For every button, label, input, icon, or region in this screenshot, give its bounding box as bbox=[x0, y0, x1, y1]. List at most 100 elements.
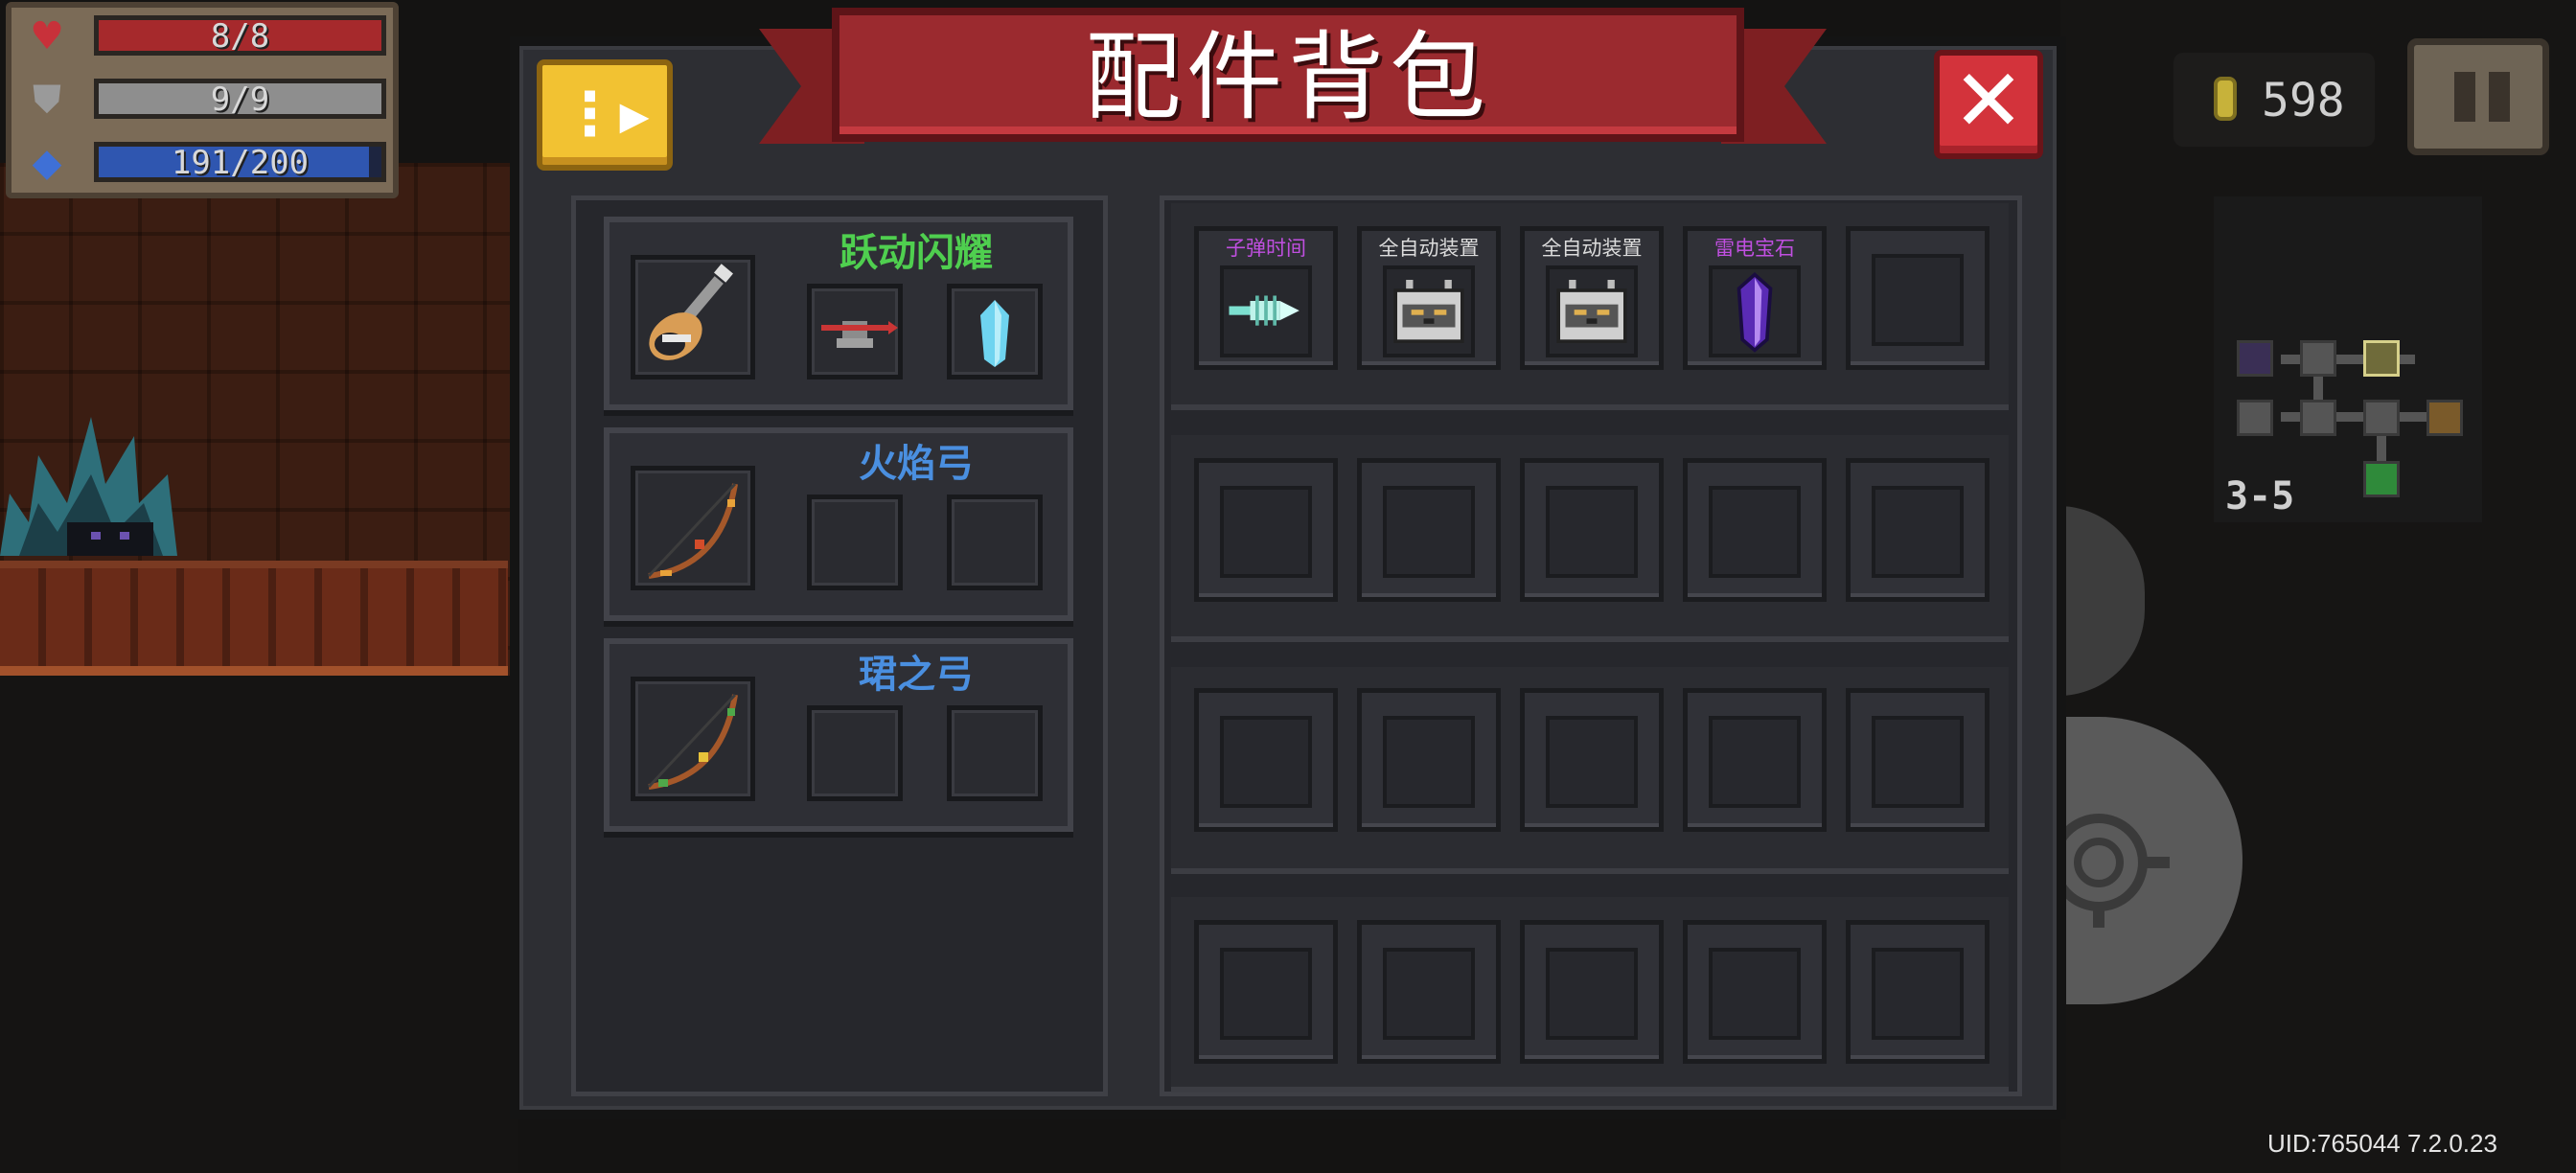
shield-icon: ⛊ bbox=[33, 78, 61, 122]
title-banner: 配件背包 bbox=[832, 8, 1744, 142]
sort-button[interactable]: ⋮▸ bbox=[537, 59, 673, 171]
part-slot-0[interactable]: 子弹时间 bbox=[1194, 226, 1338, 370]
energy-text: 191/200 bbox=[171, 144, 310, 182]
weapon-name: 跃动闪耀 bbox=[840, 231, 993, 275]
slot-frame bbox=[1220, 716, 1312, 808]
slot-frame bbox=[1709, 716, 1801, 808]
coin-count: 598 bbox=[2262, 74, 2345, 127]
part-name: 雷电宝石 bbox=[1714, 237, 1795, 260]
weapon-part-slot-empty[interactable] bbox=[947, 705, 1043, 801]
part-slot-2[interactable]: 全自动装置 bbox=[1520, 226, 1664, 370]
weapon-card-1[interactable]: 火焰弓 bbox=[604, 427, 1073, 621]
slot-frame bbox=[1546, 716, 1638, 808]
close-button[interactable]: ✕ bbox=[1934, 50, 2043, 159]
part-slot-empty[interactable] bbox=[1683, 920, 1827, 1064]
minimap-room bbox=[2300, 400, 2336, 436]
weapon-part-slot-empty[interactable] bbox=[807, 494, 903, 590]
minimap[interactable]: 3-5 bbox=[2214, 196, 2482, 522]
part-slot-empty[interactable] bbox=[1846, 688, 1990, 832]
minimap-room bbox=[2300, 340, 2336, 377]
part-slot-empty[interactable] bbox=[1357, 458, 1501, 602]
minimap-room-start bbox=[2363, 461, 2400, 497]
part-slot-empty[interactable] bbox=[1683, 688, 1827, 832]
ice-crystal-part-icon bbox=[980, 300, 1009, 367]
health-row: ♥ 8/8 bbox=[19, 12, 393, 58]
minimap-room bbox=[2237, 400, 2273, 436]
slot-frame bbox=[1383, 486, 1475, 578]
weapon-slot[interactable] bbox=[631, 255, 755, 380]
weapon-part-slot-empty[interactable] bbox=[947, 494, 1043, 590]
slot-frame bbox=[1872, 486, 1964, 578]
weapon-card-0[interactable]: 跃动闪耀 bbox=[604, 217, 1073, 410]
part-icon-frame bbox=[1546, 265, 1638, 357]
part-slot-empty[interactable] bbox=[1520, 688, 1664, 832]
weapon-slot[interactable] bbox=[631, 466, 755, 590]
health-bar: 8/8 bbox=[94, 15, 386, 56]
part-slot-empty[interactable] bbox=[1520, 458, 1664, 602]
armor-row: ⛊ 9/9 bbox=[19, 75, 393, 121]
part-slot-empty[interactable] bbox=[1683, 458, 1827, 602]
part-slot-empty[interactable] bbox=[1357, 688, 1501, 832]
bullet-time-icon bbox=[1229, 295, 1300, 326]
slot-frame bbox=[1220, 486, 1312, 578]
part-slot-empty[interactable] bbox=[1846, 458, 1990, 602]
arrow-target-part-icon bbox=[821, 321, 898, 348]
part-slot-empty[interactable] bbox=[1520, 920, 1664, 1064]
weapon-part-slot-empty[interactable] bbox=[807, 705, 903, 801]
flame-bow-icon bbox=[647, 482, 738, 579]
pause-button[interactable] bbox=[2407, 38, 2549, 155]
weapon-slot[interactable] bbox=[631, 677, 755, 801]
part-slot-3[interactable]: 雷电宝石 bbox=[1683, 226, 1827, 370]
dungeon-dark-area bbox=[0, 676, 518, 1173]
heart-icon: ♥ bbox=[30, 14, 64, 58]
dialog-title: 配件背包 bbox=[1085, 21, 1491, 133]
auto-device-icon bbox=[1393, 280, 1464, 343]
minimap-room-event bbox=[2363, 340, 2400, 377]
electric-guitar-icon bbox=[649, 264, 733, 360]
part-slot-empty[interactable] bbox=[1194, 458, 1338, 602]
weapon-part-slot[interactable] bbox=[947, 284, 1043, 380]
slot-frame bbox=[1546, 948, 1638, 1040]
part-icon-frame bbox=[1220, 265, 1312, 357]
level-indicator: 3-5 bbox=[2225, 474, 2295, 518]
energy-diamond-icon: ◆ bbox=[32, 141, 62, 185]
armor-text: 9/9 bbox=[210, 80, 270, 119]
thunder-gem-icon bbox=[1736, 272, 1773, 353]
part-slot-1[interactable]: 全自动装置 bbox=[1357, 226, 1501, 370]
health-text: 8/8 bbox=[210, 17, 270, 56]
part-name: 子弹时间 bbox=[1226, 237, 1306, 260]
slot-frame bbox=[1383, 948, 1475, 1040]
slot-frame bbox=[1872, 948, 1964, 1040]
coin-counter: 598 bbox=[2174, 53, 2375, 147]
slot-frame bbox=[1709, 948, 1801, 1040]
energy-bar: 191/200 bbox=[94, 142, 386, 182]
part-slot-empty[interactable] bbox=[1846, 920, 1990, 1064]
auto-device-icon bbox=[1556, 280, 1627, 343]
part-slot-empty[interactable] bbox=[1846, 226, 1990, 370]
part-name: 全自动装置 bbox=[1541, 237, 1643, 260]
crosshair-icon bbox=[2051, 814, 2170, 928]
uid-version: UID:765044 7.2.0.23 bbox=[2267, 1129, 2497, 1158]
weapon-name: 珺之弓 bbox=[859, 653, 974, 697]
player-stats-panel: ♥ 8/8 ⛊ 9/9 ◆ 191/200 bbox=[6, 2, 399, 198]
minimap-room-chest bbox=[2426, 400, 2463, 436]
part-slot-empty[interactable] bbox=[1194, 688, 1338, 832]
slot-frame bbox=[1872, 254, 1964, 346]
coin-icon bbox=[2214, 77, 2237, 121]
slot-frame bbox=[1546, 486, 1638, 578]
jun-bow-icon bbox=[647, 693, 738, 790]
sort-icon: ⋮▸ bbox=[560, 79, 650, 149]
weapon-part-slot[interactable] bbox=[807, 284, 903, 380]
slot-frame bbox=[1220, 948, 1312, 1040]
part-slot-empty[interactable] bbox=[1194, 920, 1338, 1064]
slot-frame bbox=[1709, 486, 1801, 578]
dungeon-wall-ledge bbox=[0, 561, 508, 676]
weapon-card-2[interactable]: 珺之弓 bbox=[604, 638, 1073, 832]
part-icon-frame bbox=[1383, 265, 1475, 357]
close-icon: ✕ bbox=[1952, 51, 2025, 151]
armor-bar: 9/9 bbox=[94, 79, 386, 119]
part-name: 全自动装置 bbox=[1378, 237, 1480, 260]
spiky-monster bbox=[0, 417, 177, 556]
energy-row: ◆ 191/200 bbox=[19, 138, 393, 184]
part-slot-empty[interactable] bbox=[1357, 920, 1501, 1064]
